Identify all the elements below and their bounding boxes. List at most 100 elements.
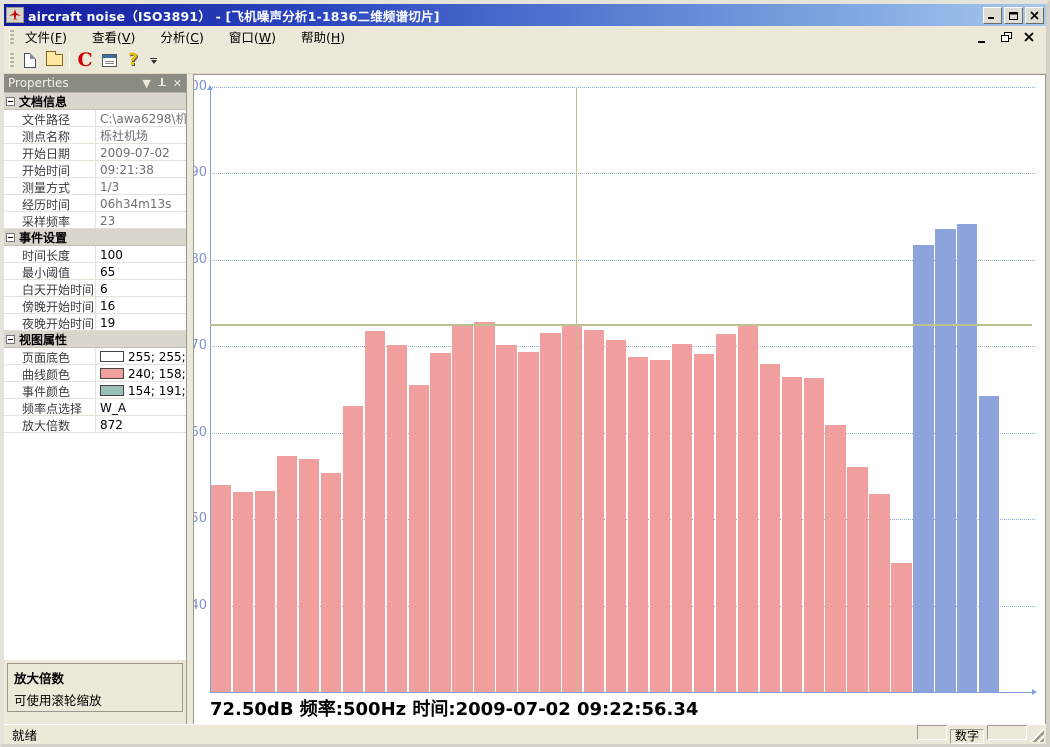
collapse-minus-icon[interactable] [6, 335, 15, 344]
mdi-minimize-icon[interactable] [976, 30, 990, 43]
property-row: 夜晚开始时间19 [4, 314, 186, 331]
spectrum-bar[interactable] [869, 494, 889, 692]
menu-item-w[interactable]: 窗口(W) [222, 28, 283, 47]
mdi-close-icon[interactable] [1022, 30, 1036, 43]
spectrum-bar[interactable] [628, 357, 648, 692]
spectrum-bar[interactable] [738, 324, 758, 692]
menu-item-c[interactable]: 分析(C) [153, 28, 211, 47]
spectrum-bar[interactable] [584, 330, 604, 692]
convert-button[interactable]: C [73, 49, 97, 71]
pin-icon[interactable] [158, 78, 166, 89]
property-value[interactable]: 2009-07-02 [96, 144, 186, 160]
toolbar-grip[interactable] [9, 53, 14, 67]
toolbar-overflow-button[interactable] [147, 50, 160, 70]
spectrum-bar[interactable] [409, 385, 429, 692]
property-value[interactable]: 09:21:38 [96, 161, 186, 177]
status-ready-text: 就绪 [6, 725, 914, 744]
property-value[interactable]: 255; 255; 25 [96, 348, 186, 364]
property-value[interactable]: 100 [96, 246, 186, 262]
property-label: 最小阈值 [4, 263, 96, 279]
spectrum-bar[interactable] [365, 331, 385, 692]
help-button[interactable]: ? [121, 49, 145, 71]
y-tick-label: 70 [193, 338, 207, 353]
help-icon: ? [128, 50, 138, 70]
property-section-header[interactable]: 文档信息 [4, 93, 186, 110]
property-value[interactable]: 1/3 [96, 178, 186, 194]
mdi-restore-icon[interactable] [999, 30, 1013, 43]
property-description-box: 放大倍数 可使用滚轮缩放 [7, 663, 183, 712]
spectrum-bar[interactable] [782, 377, 802, 692]
property-value[interactable]: 23 [96, 212, 186, 228]
spectrum-bar[interactable] [496, 345, 516, 692]
close-icon[interactable]: ✕ [173, 78, 182, 89]
resize-grip[interactable] [1030, 728, 1044, 742]
event-bar[interactable] [979, 396, 999, 692]
property-value[interactable]: 6 [96, 280, 186, 296]
property-value[interactable]: 240; 158; 15 [96, 365, 186, 381]
spectrum-bar[interactable] [562, 325, 582, 692]
spectrum-bar[interactable] [387, 345, 407, 692]
property-value[interactable]: 06h34m13s [96, 195, 186, 211]
spectrum-bar[interactable] [255, 491, 275, 692]
menu-item-f[interactable]: 文件(F) [18, 28, 74, 47]
minimize-button[interactable] [983, 7, 1002, 24]
spectrum-bar[interactable] [452, 325, 472, 692]
spectrum-bar[interactable] [540, 333, 560, 692]
spectrum-bar[interactable] [233, 492, 253, 692]
color-swatch[interactable] [100, 385, 124, 396]
spectrum-bar[interactable] [321, 473, 341, 692]
event-bar[interactable] [957, 224, 977, 692]
spectrum-bar[interactable] [474, 322, 494, 692]
property-section-header[interactable]: 事件设置 [4, 229, 186, 246]
spectrum-bar[interactable] [606, 340, 626, 692]
dropdown-arrow-icon[interactable]: ▼ [142, 78, 150, 89]
property-value[interactable]: 872 [96, 416, 186, 432]
spectrum-bar[interactable] [672, 344, 692, 692]
property-row: 事件颜色154; 191; 18 [4, 382, 186, 399]
properties-button[interactable] [97, 49, 121, 71]
property-value[interactable]: 154; 191; 18 [96, 382, 186, 398]
property-section-header[interactable]: 视图属性 [4, 331, 186, 348]
spectrum-bar[interactable] [804, 378, 824, 692]
spectrum-bar[interactable] [891, 563, 911, 692]
window-title: aircraft noise（ISO3891） - [飞机噪声分析1-1836二… [28, 6, 983, 25]
property-value[interactable]: 65 [96, 263, 186, 279]
spectrum-plot-area[interactable]: 405060708090100 [194, 75, 1045, 724]
close-button[interactable] [1025, 7, 1044, 24]
menubar-grip[interactable] [9, 30, 14, 44]
spectrum-bar[interactable] [650, 360, 670, 692]
red-airplane-icon[interactable] [6, 7, 24, 23]
collapse-minus-icon[interactable] [6, 233, 15, 242]
properties-panel-header[interactable]: Properties ▼ ✕ [4, 74, 186, 92]
menu-item-v[interactable]: 查看(V) [85, 28, 142, 47]
spectrum-bar[interactable] [847, 467, 867, 692]
color-swatch[interactable] [100, 351, 124, 362]
property-row: 曲线颜色240; 158; 15 [4, 365, 186, 382]
maximize-button[interactable] [1004, 7, 1023, 24]
event-bar[interactable] [935, 229, 955, 692]
spectrum-bar[interactable] [277, 456, 297, 692]
new-document-button[interactable] [18, 49, 42, 71]
property-description-text: 可使用滚轮缩放 [14, 690, 176, 709]
color-swatch[interactable] [100, 368, 124, 379]
new-document-icon [24, 53, 36, 68]
spectrum-bar[interactable] [518, 352, 538, 692]
spectrum-bar[interactable] [299, 459, 319, 692]
event-bar[interactable] [913, 245, 933, 692]
property-value[interactable]: W_A [96, 399, 186, 415]
property-value[interactable]: 16 [96, 297, 186, 313]
spectrum-bar[interactable] [430, 353, 450, 692]
menu-item-h[interactable]: 帮助(H) [294, 28, 352, 47]
spectrum-bar[interactable] [211, 485, 231, 692]
property-value[interactable]: 栎社机场 [96, 127, 186, 143]
spectrum-bar[interactable] [694, 354, 714, 692]
spectrum-bar[interactable] [343, 406, 363, 692]
spectrum-bar[interactable] [760, 364, 780, 692]
spectrum-bar[interactable] [716, 334, 736, 692]
property-value[interactable]: C:\awa6298\机场 [96, 110, 186, 126]
collapse-minus-icon[interactable] [6, 97, 15, 106]
property-row: 傍晚开始时间16 [4, 297, 186, 314]
spectrum-bar[interactable] [825, 425, 845, 692]
open-file-button[interactable] [42, 49, 66, 71]
property-value[interactable]: 19 [96, 314, 186, 330]
